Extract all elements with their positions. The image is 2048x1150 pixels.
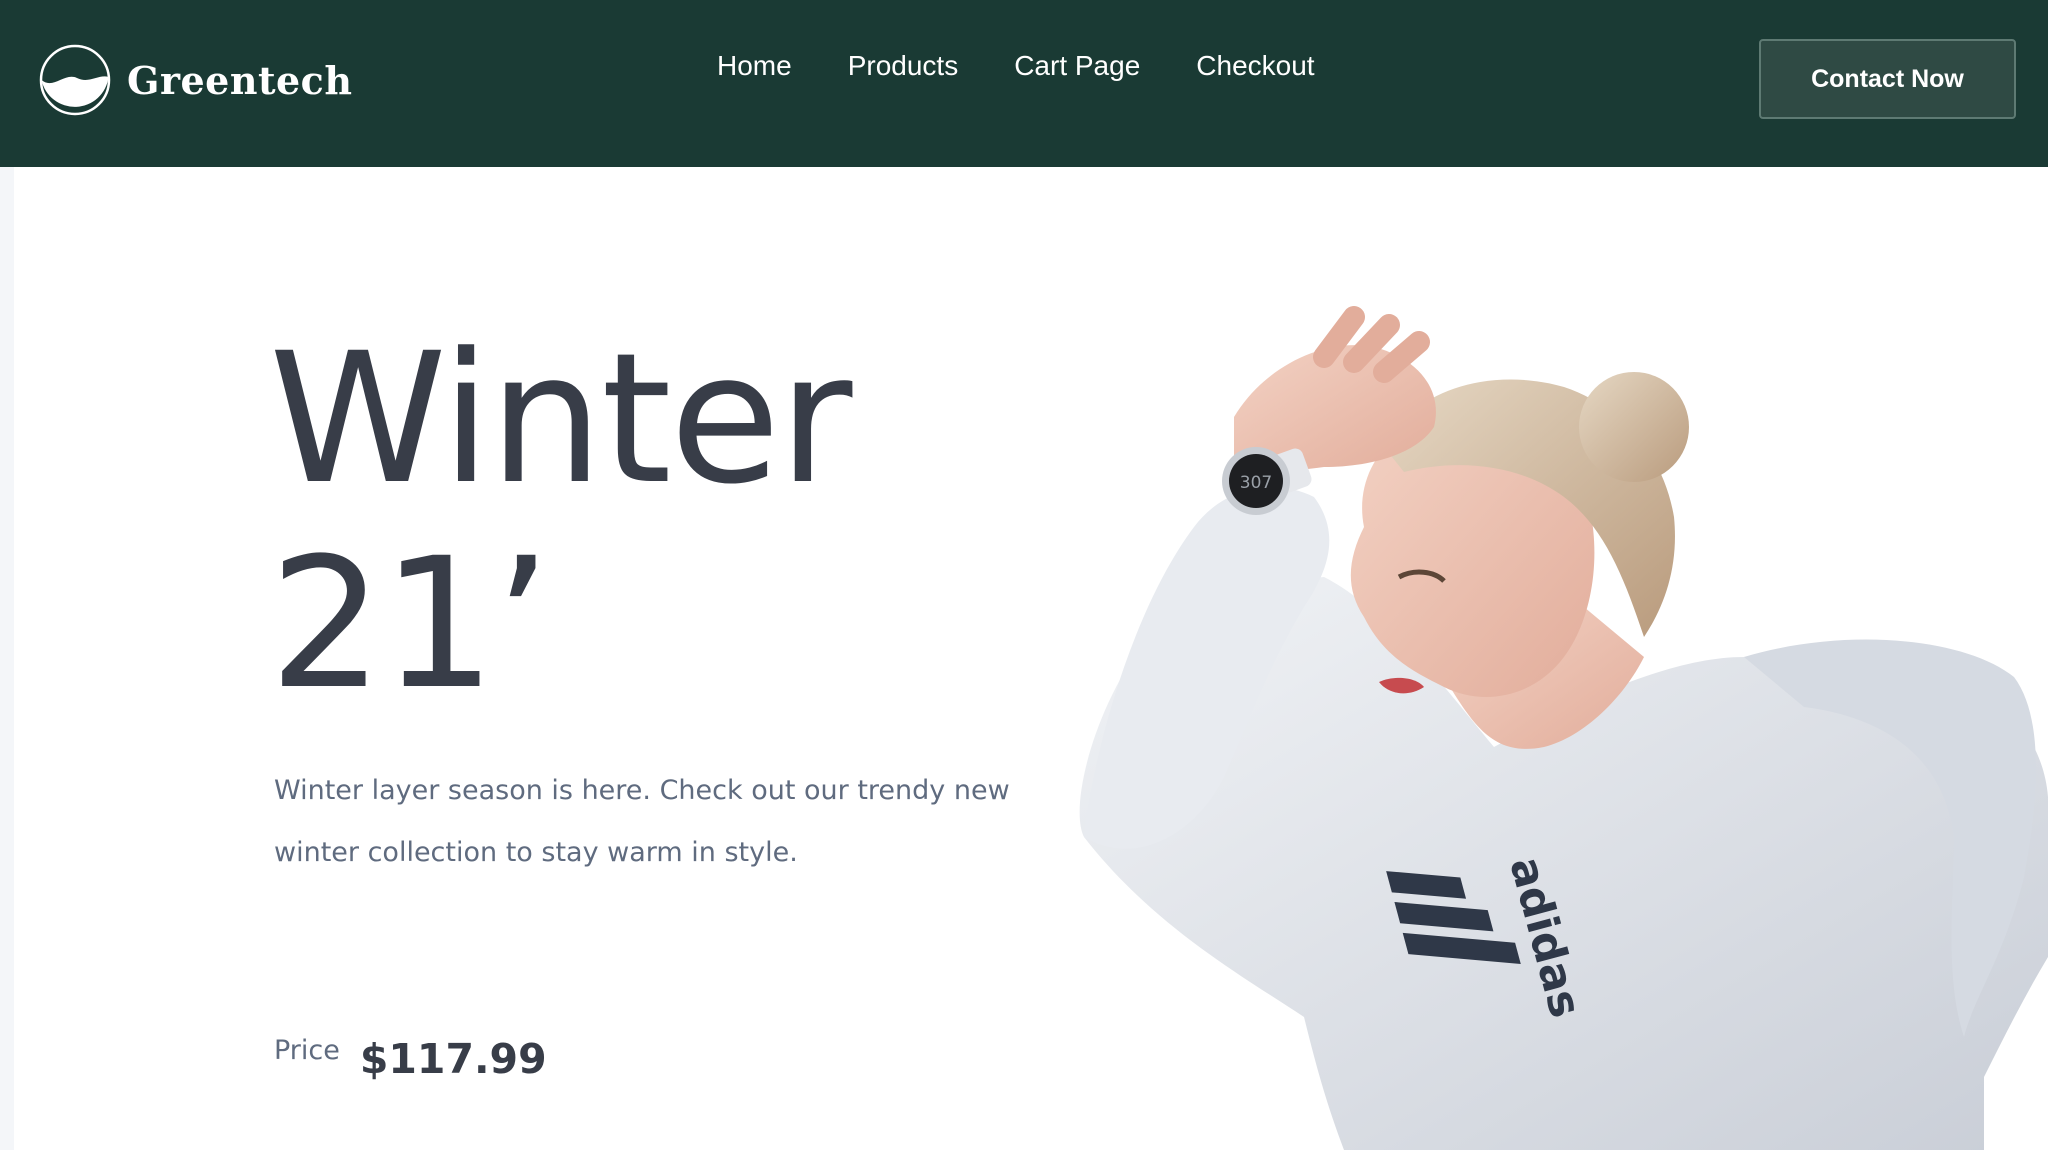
price-value: $117.99 <box>359 1035 547 1083</box>
main-nav: Home Products Cart Page Checkout <box>717 44 1315 88</box>
contact-now-button[interactable]: Contact Now <box>1759 39 2016 119</box>
hero-description: Winter layer season is here. Check out o… <box>274 775 1010 868</box>
logo[interactable]: Greentech <box>39 42 352 118</box>
hero-title: Winter 21’ <box>269 315 852 729</box>
brand-name: Greentech <box>127 57 353 103</box>
nav-link-checkout[interactable]: Checkout <box>1196 44 1314 88</box>
price-label: Price <box>274 1035 340 1066</box>
navbar: Greentech Home Products Cart Page Checko… <box>0 0 2048 167</box>
logo-icon <box>39 44 111 116</box>
nav-link-home[interactable]: Home <box>717 44 792 88</box>
hero-title-line-1: Winter <box>269 315 852 524</box>
price-row: Price $117.99 <box>274 1035 547 1083</box>
nav-link-products[interactable]: Products <box>848 44 959 88</box>
page: Greentech Home Products Cart Page Checko… <box>0 0 2048 1150</box>
hero-section: Winter 21’ Winter layer season is here. … <box>14 167 2048 1150</box>
model-photo-icon: 307 adidas <box>1079 306 2048 1150</box>
hero-title-line-2: 21’ <box>269 520 551 729</box>
svg-text:307: 307 <box>1240 473 1272 493</box>
nav-link-cart-page[interactable]: Cart Page <box>1014 44 1140 88</box>
